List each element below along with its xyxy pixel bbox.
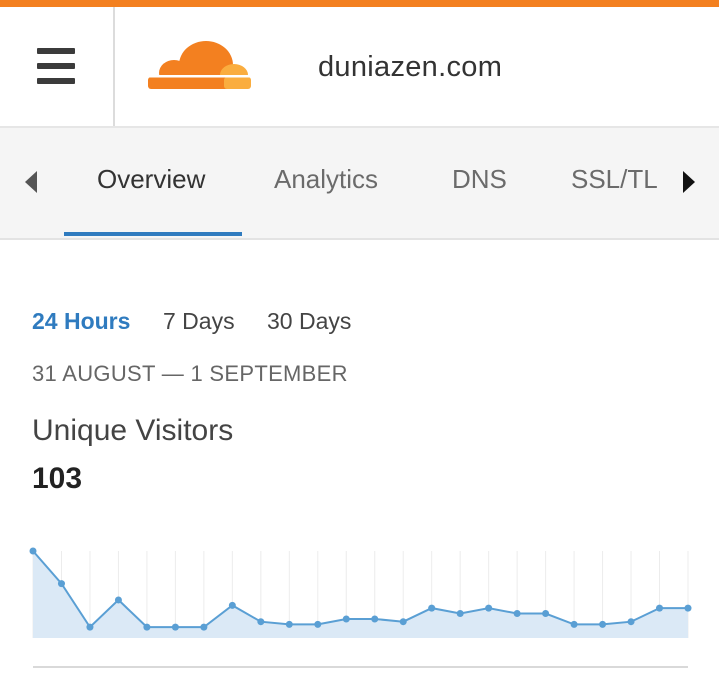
chart-data-point[interactable] xyxy=(371,615,379,623)
chart-data-point[interactable] xyxy=(285,620,293,628)
tab-bar: Overview Analytics DNS SSL/TL xyxy=(0,128,719,240)
unique-visitors-chart xyxy=(29,547,692,668)
brand-accent-bar xyxy=(0,0,719,7)
metric-value: 103 xyxy=(32,462,83,495)
chart-data-point[interactable] xyxy=(599,620,607,628)
tab-overview[interactable]: Overview xyxy=(97,164,205,195)
chart-data-point[interactable] xyxy=(314,620,322,628)
chart-data-point[interactable] xyxy=(542,610,550,618)
chart-data-point[interactable] xyxy=(656,604,664,612)
cloudflare-logo[interactable] xyxy=(144,39,254,91)
range-30-days[interactable]: 30 Days xyxy=(267,308,351,335)
metric-label: Unique Visitors xyxy=(32,414,234,447)
chart-data-point[interactable] xyxy=(200,623,208,631)
chart-data-point[interactable] xyxy=(342,615,350,623)
chart-data-point[interactable] xyxy=(399,618,407,626)
tab-analytics[interactable]: Analytics xyxy=(274,164,378,195)
chart-data-point[interactable] xyxy=(143,623,151,631)
app-header: duniazen.com xyxy=(0,7,719,128)
caret-right-icon xyxy=(683,171,695,193)
chart-data-point[interactable] xyxy=(86,623,94,631)
menu-button[interactable] xyxy=(0,7,115,126)
range-24-hours[interactable]: 24 Hours xyxy=(32,308,130,335)
chart-data-point[interactable] xyxy=(485,604,493,612)
tab-scroll-right-button[interactable] xyxy=(668,128,708,236)
chart-data-point[interactable] xyxy=(684,604,692,612)
chart-data-point[interactable] xyxy=(228,601,236,609)
range-7-days[interactable]: 7 Days xyxy=(163,308,235,335)
chart-data-point[interactable] xyxy=(513,610,521,618)
domain-title: duniazen.com xyxy=(318,51,503,83)
chart-data-point[interactable] xyxy=(257,618,265,626)
chart-data-point[interactable] xyxy=(570,620,578,628)
chart-data-point[interactable] xyxy=(456,610,464,618)
caret-left-icon xyxy=(25,171,37,193)
date-range-label: 31 AUGUST — 1 SEPTEMBER xyxy=(32,361,348,386)
tab-dns[interactable]: DNS xyxy=(452,164,507,195)
chart-data-point[interactable] xyxy=(114,596,122,604)
chart-data-point[interactable] xyxy=(171,623,179,631)
chart-data-point[interactable] xyxy=(627,618,635,626)
chart-data-point[interactable] xyxy=(57,580,65,588)
chart-data-point[interactable] xyxy=(428,604,436,612)
tab-ssl-tls[interactable]: SSL/TL xyxy=(571,164,658,195)
active-tab-indicator xyxy=(64,232,242,236)
tab-scroll-left-button[interactable] xyxy=(12,128,52,236)
chart-data-point[interactable] xyxy=(29,547,37,555)
